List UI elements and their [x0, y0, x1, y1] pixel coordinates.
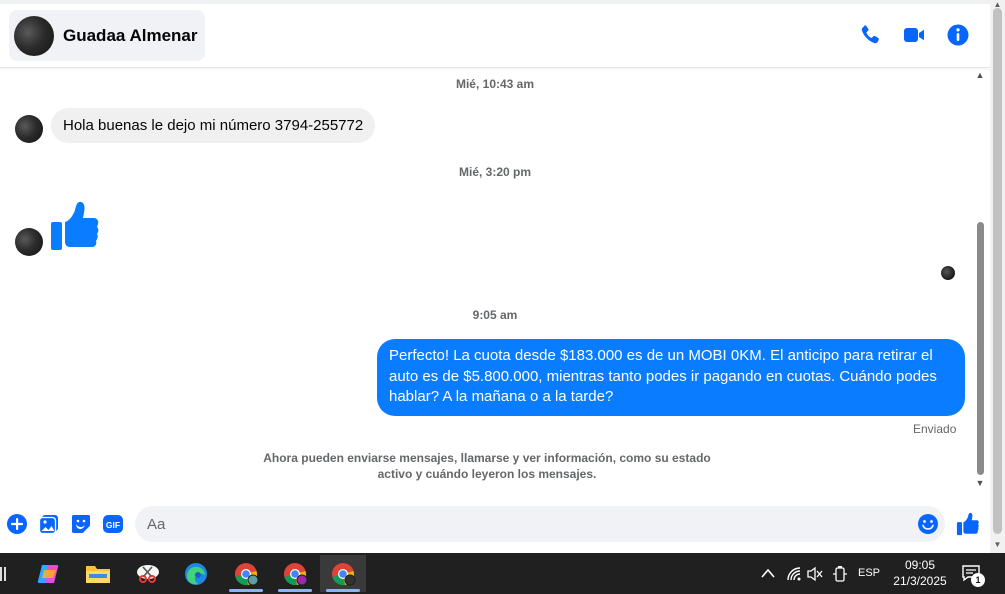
windows-taskbar: ESP 09:05 21/3/2025 1	[0, 553, 1005, 594]
volume-muted-icon[interactable]	[807, 566, 823, 582]
snipping-tool-app[interactable]	[125, 555, 171, 592]
scroll-up-arrow-icon[interactable]: ▲	[975, 70, 985, 80]
chrome-app-2[interactable]	[272, 555, 318, 592]
timestamp: Mié, 3:20 pm	[458, 165, 532, 179]
phone-icon[interactable]	[858, 23, 882, 47]
chrome-icon	[235, 562, 259, 585]
read-receipt-avatar	[941, 266, 955, 280]
contact-name: Guadaa Almenar	[63, 25, 198, 45]
page-scroll-down-icon[interactable]: ▼	[990, 540, 1005, 549]
chrome-icon	[284, 562, 308, 585]
clock-date: 21/3/2025	[893, 574, 947, 588]
sticker-icon[interactable]	[70, 513, 92, 535]
message-composer: GIF	[0, 500, 990, 548]
scroll-down-arrow-icon[interactable]: ▼	[975, 478, 985, 488]
running-indicator	[229, 589, 263, 592]
sender-avatar	[15, 115, 43, 143]
notification-count-badge: 1	[971, 573, 985, 587]
page-scrollbar[interactable]: ▲ ▼	[990, 0, 1005, 553]
emoji-icon[interactable]	[917, 513, 939, 535]
video-icon[interactable]	[902, 23, 926, 47]
incoming-message[interactable]: Hola buenas le dejo mi número 3794-25577…	[51, 108, 376, 143]
gif-icon[interactable]: GIF	[102, 513, 124, 535]
contact-button[interactable]: Guadaa Almenar	[9, 10, 206, 61]
chrome-icon	[332, 562, 356, 585]
info-icon[interactable]	[946, 23, 970, 47]
battery-icon[interactable]	[832, 565, 848, 583]
wifi-icon[interactable]	[786, 566, 802, 582]
clock-time: 09:05	[904, 558, 936, 572]
message-status: Enviado	[913, 422, 957, 436]
thumbs-up-icon[interactable]	[50, 200, 100, 252]
messages-scrollbar[interactable]: ▲ ▼	[975, 68, 985, 494]
timestamp: Mié, 10:43 am	[455, 77, 535, 91]
system-clock[interactable]: 09:05 21/3/2025	[890, 557, 950, 589]
language-indicator[interactable]: ESP	[858, 567, 880, 579]
folder-icon	[86, 565, 110, 583]
running-indicator	[278, 589, 312, 592]
running-indicator	[326, 589, 360, 592]
chrome-app-3-active[interactable]	[320, 555, 366, 592]
scissors-icon	[137, 564, 159, 583]
image-icon[interactable]	[38, 513, 60, 535]
page-scroll-thumb[interactable]	[993, 8, 1002, 534]
notifications-button[interactable]: 1	[961, 564, 985, 587]
sender-avatar	[15, 228, 43, 256]
edge-icon	[185, 562, 207, 585]
privacy-notice: Ahora pueden enviarse mensajes, llamarse…	[263, 451, 711, 481]
message-input[interactable]	[135, 506, 945, 542]
scroll-thumb[interactable]	[977, 222, 984, 475]
file-explorer-app[interactable]	[75, 555, 121, 592]
copilot-icon	[37, 564, 59, 583]
chat-header: Guadaa Almenar	[0, 4, 990, 68]
plus-icon[interactable]	[6, 513, 28, 535]
chevron-up-icon[interactable]	[761, 568, 775, 578]
outgoing-message[interactable]: Perfecto! La cuota desde $183.000 es de …	[377, 339, 965, 416]
task-view-icon[interactable]	[0, 565, 10, 583]
contact-avatar	[14, 15, 54, 56]
messenger-window: Guadaa Almenar Mié, 10:43 am Hola buenas…	[0, 0, 1005, 594]
timestamp: 9:05 am	[472, 308, 518, 322]
like-icon[interactable]	[956, 512, 980, 536]
chrome-app-1[interactable]	[223, 555, 269, 592]
gif-label: GIF	[106, 520, 120, 530]
edge-app[interactable]	[173, 555, 219, 592]
copilot-app[interactable]	[26, 555, 72, 592]
